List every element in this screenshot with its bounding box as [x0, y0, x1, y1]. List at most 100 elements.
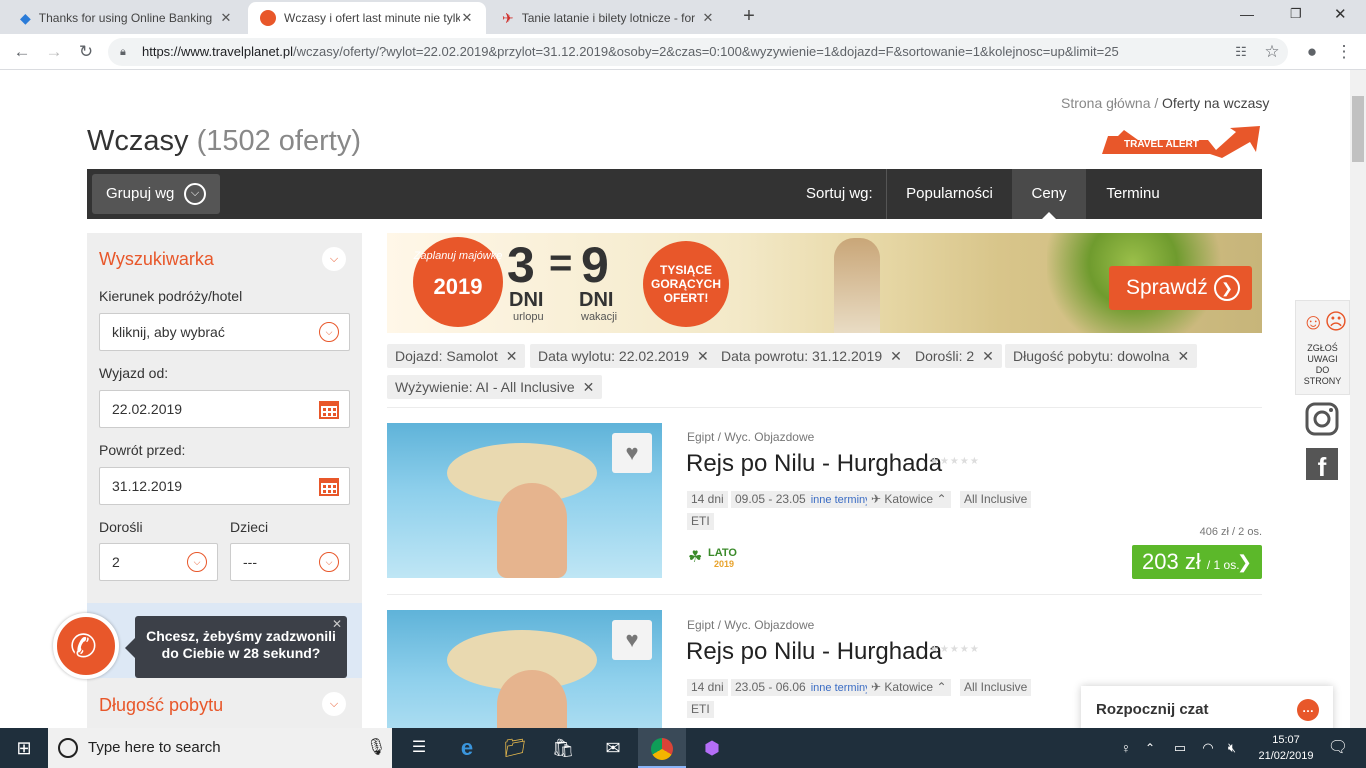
browser-tab-travelplanet[interactable]: Wczasy i ofert last minute nie tylko ✕: [248, 2, 486, 34]
banner-dni-2: DNI: [579, 289, 614, 311]
edge-browser-icon[interactable]: e: [443, 728, 491, 768]
close-tab-icon[interactable]: ✕: [219, 10, 233, 26]
feedback-widget[interactable]: ☺☹ ZGŁOŚ UWAGI DO STRONY: [1295, 300, 1350, 395]
wifi-icon[interactable]: ◠: [1196, 728, 1220, 768]
plane-favicon-icon: ✈: [502, 9, 514, 26]
translate-icon[interactable]: ☷: [1231, 42, 1251, 62]
page-scrollbar[interactable]: [1350, 70, 1366, 728]
close-icon: ✕: [697, 348, 709, 364]
taskbar-clock[interactable]: 15:07 21/02/2019: [1256, 732, 1316, 764]
filter-chip-transport[interactable]: Dojazd: Samolot ✕: [387, 344, 526, 368]
offer-dates: 09.05 - 23.05 inne terminy: [731, 491, 875, 508]
duration-heading: Długość pobytu: [99, 695, 224, 715]
depart-date-field[interactable]: 22.02.2019: [99, 390, 350, 428]
sort-price[interactable]: Ceny: [1012, 169, 1086, 219]
filter-chip-return[interactable]: Data powrotu: 31.12.2019 ✕: [713, 344, 910, 368]
reload-icon[interactable]: ↻: [76, 42, 96, 62]
sort-popularity[interactable]: Popularności: [887, 169, 1012, 219]
paint-3d-icon[interactable]: ⬢: [688, 728, 736, 768]
profile-avatar-icon[interactable]: ●: [1302, 42, 1322, 62]
offer-total-price: 406 zł / 2 os.: [1199, 526, 1262, 538]
offer-board: All Inclusive: [960, 491, 1032, 508]
action-center-icon[interactable]: 🗨︎: [1318, 728, 1358, 768]
close-tab-icon[interactable]: ✕: [701, 10, 715, 26]
facebook-icon[interactable]: f: [1306, 448, 1338, 482]
filter-chip-duration[interactable]: Długość pobytu: dowolna ✕: [1005, 344, 1198, 368]
scrollbar-thumb[interactable]: [1352, 96, 1364, 162]
divider: [387, 407, 1262, 408]
close-window-icon[interactable]: ✕: [1334, 5, 1347, 23]
return-date-field[interactable]: 31.12.2019: [99, 467, 350, 505]
woman-figure-image: [834, 238, 880, 333]
offer-airport[interactable]: ✈ Katowice ⌃: [867, 679, 951, 696]
volume-muted-icon[interactable]: 🔇︎: [1220, 728, 1244, 768]
start-chat-widget[interactable]: Rozpocznij czat …: [1081, 686, 1333, 728]
show-hidden-icons-icon[interactable]: ⌃: [1140, 728, 1160, 768]
banner-number-3: 3: [507, 237, 535, 293]
taskbar-search-box[interactable]: Type here to search 🎙︎: [48, 728, 392, 768]
store-icon[interactable]: 🛍︎: [539, 728, 587, 768]
other-dates-link[interactable]: inne terminy: [811, 682, 871, 694]
majowka-badge: Zaplanuj majówkę 2019: [413, 237, 503, 327]
travel-alert-banner[interactable]: TRAVEL ALERT: [1098, 126, 1262, 158]
expand-chevron-icon[interactable]: ⌵: [322, 692, 346, 716]
battery-icon[interactable]: ▭: [1168, 728, 1192, 768]
offer-days: 14 dni: [687, 679, 728, 696]
offer-name[interactable]: Rejs po Nilu - Hurghada: [686, 450, 942, 478]
address-bar[interactable]: 🔒︎ https://www.travelplanet.pl/wczasy/of…: [108, 38, 1288, 66]
sort-date[interactable]: Terminu: [1086, 169, 1180, 219]
breadcrumb-current: Oferty na wczasy: [1162, 95, 1270, 111]
filter-chip-depart[interactable]: Data wylotu: 22.02.2019 ✕: [530, 344, 717, 368]
call-back-button[interactable]: ✆: [53, 613, 119, 679]
offer-photo[interactable]: ♥: [387, 610, 662, 728]
offer-photo[interactable]: ♥: [387, 423, 662, 578]
back-arrow-icon[interactable]: ←: [12, 42, 32, 62]
sidebar-heading: Wyszukiwarka: [99, 249, 214, 269]
bookmark-star-icon[interactable]: ☆: [1262, 42, 1282, 62]
offer-price-button[interactable]: 203 zł / 1 os. ❯: [1132, 545, 1262, 579]
file-explorer-icon[interactable]: 📁︎: [491, 728, 539, 768]
depart-label: Wyjazd od:: [99, 365, 169, 381]
offer-airport[interactable]: ✈ Katowice ⌃: [867, 491, 951, 508]
filter-chip-board[interactable]: Wyżywienie: AI - All Inclusive ✕: [387, 375, 603, 399]
mail-icon[interactable]: ✉: [589, 728, 637, 768]
minimize-window-icon[interactable]: —: [1240, 6, 1254, 22]
lock-icon: 🔒︎: [120, 46, 126, 58]
favorite-heart-icon[interactable]: ♥: [612, 620, 652, 660]
favorite-heart-icon[interactable]: ♥: [612, 433, 652, 473]
browser-tab-flights[interactable]: ✈ Tanie latanie i bilety lotnicze - for …: [490, 2, 727, 34]
promo-banner[interactable]: Zaplanuj majówkę 2019 3 = 9 DNI urlopu D…: [387, 233, 1262, 333]
sort-bar: Grupuj wg ⌵ Sortuj wg: Popularności Ceny…: [87, 169, 1262, 219]
filter-chip-adults[interactable]: Dorośli: 2 ✕: [907, 344, 1002, 368]
instagram-icon[interactable]: [1305, 402, 1339, 436]
close-tab-icon[interactable]: ✕: [460, 10, 474, 26]
task-view-icon[interactable]: ☰: [395, 728, 443, 768]
browser-tab-banking[interactable]: ◆ Thanks for using Online Banking ✕: [8, 2, 245, 34]
divider: [387, 594, 1262, 595]
close-icon: ✕: [982, 348, 994, 364]
banner-equals: =: [549, 241, 573, 285]
banner-number-9: 9: [581, 237, 609, 293]
windows-start-icon[interactable]: ⊞: [0, 728, 48, 768]
forward-arrow-icon[interactable]: →: [44, 42, 64, 62]
microphone-icon[interactable]: 🎙︎: [366, 728, 386, 768]
hotel-stars: ★★★★★: [930, 644, 980, 655]
collapse-chevron-icon[interactable]: ⌵: [322, 247, 346, 271]
return-label: Powrót przed:: [99, 442, 186, 458]
cortana-circle-icon: [58, 738, 78, 758]
other-dates-link[interactable]: inne terminy: [811, 494, 871, 506]
group-by-button[interactable]: Grupuj wg ⌵: [92, 174, 220, 214]
menu-kebab-icon[interactable]: ⋮: [1334, 42, 1354, 62]
new-tab-icon[interactable]: +: [738, 5, 760, 27]
restore-window-icon[interactable]: ❐: [1290, 6, 1302, 22]
destination-field[interactable]: kliknij, aby wybrać ⌵: [99, 313, 350, 351]
children-select[interactable]: --- ⌵: [230, 543, 350, 581]
chrome-icon[interactable]: [638, 728, 686, 768]
offer-name[interactable]: Rejs po Nilu - Hurghada: [686, 638, 942, 666]
plane-icon: ✈: [871, 492, 885, 506]
breadcrumb-home[interactable]: Strona główna /: [1061, 95, 1158, 111]
adults-select[interactable]: 2 ⌵: [99, 543, 218, 581]
close-icon[interactable]: ✕: [332, 616, 342, 633]
check-offer-button[interactable]: Sprawdź ❯: [1109, 266, 1252, 310]
children-label: Dzieci: [230, 519, 269, 535]
